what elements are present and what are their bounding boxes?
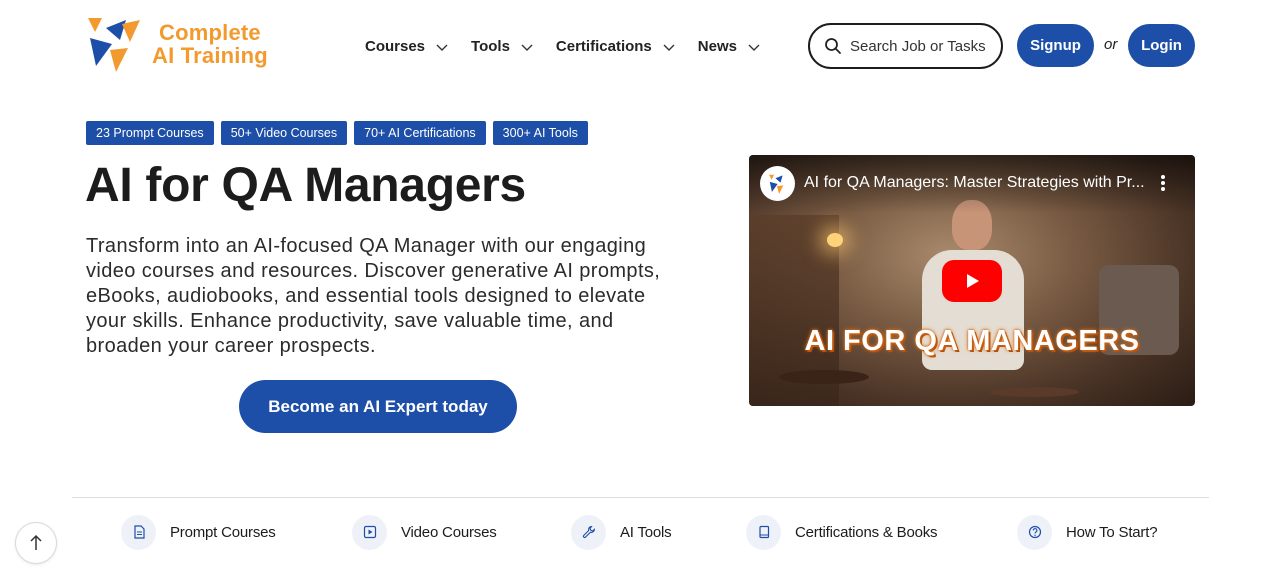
site-header: Complete AI Training Courses Tools Certi…	[0, 0, 1280, 92]
feature-video-courses[interactable]: Video Courses	[352, 514, 497, 550]
brand-logo[interactable]: Complete AI Training	[86, 15, 276, 73]
channel-logo-icon	[768, 174, 783, 194]
search-box[interactable]	[808, 23, 1003, 69]
brand-line-1: Complete	[159, 20, 261, 45]
feature-icon-wrap	[571, 514, 606, 550]
document-icon	[133, 525, 145, 539]
signup-button[interactable]: Signup	[1017, 24, 1094, 67]
arrow-up-icon	[30, 534, 42, 550]
hero-description: Transform into an AI-focused QA Manager …	[86, 235, 661, 357]
play-square-icon	[363, 525, 376, 539]
nav-courses[interactable]: Courses	[365, 34, 449, 58]
chevron-down-icon	[521, 44, 533, 51]
or-text: or	[1104, 36, 1118, 53]
search-icon	[825, 38, 841, 54]
feature-label: Certifications & Books	[795, 523, 938, 541]
brand-name: Complete AI Training	[152, 21, 268, 67]
nav-news[interactable]: News	[698, 34, 761, 58]
feature-links: Prompt Courses Video Courses AI Tools Ce…	[0, 514, 1280, 550]
search-input[interactable]	[850, 37, 1000, 55]
badge-certifications[interactable]: 70+ AI Certifications	[354, 121, 486, 145]
video-table-2	[989, 387, 1079, 397]
video-overlay-text: AI FOR QA MANAGERS	[804, 325, 1140, 357]
stat-badges: 23 Prompt Courses 50+ Video Courses 70+ …	[86, 121, 588, 145]
feature-ai-tools[interactable]: AI Tools	[571, 514, 672, 550]
chevron-down-icon	[436, 44, 448, 51]
nav-certifications[interactable]: Certifications	[556, 34, 676, 58]
page-title: AI for QA Managers	[85, 159, 526, 212]
nav-courses-label: Courses	[365, 37, 426, 55]
feature-certifications-books[interactable]: Certifications & Books	[746, 514, 938, 550]
nav-news-label: News	[697, 37, 737, 55]
cta-button[interactable]: Become an AI Expert today	[239, 380, 517, 433]
feature-prompt-courses[interactable]: Prompt Courses	[121, 514, 276, 550]
book-icon	[758, 525, 769, 539]
feature-label: AI Tools	[620, 523, 672, 541]
section-divider	[72, 497, 1209, 498]
play-button[interactable]	[942, 260, 1002, 302]
wrench-icon	[582, 525, 595, 538]
more-options-icon[interactable]	[1159, 174, 1167, 194]
nav-certifications-label: Certifications	[555, 37, 652, 55]
main-nav: Courses Tools Certifications News	[365, 34, 761, 58]
video-title[interactable]: AI for QA Managers: Master Strategies wi…	[804, 174, 1149, 192]
question-icon	[1028, 525, 1041, 539]
back-to-top-button[interactable]	[15, 522, 57, 564]
brand-line-2: AI Training	[152, 43, 268, 68]
feature-label: Video Courses	[401, 523, 497, 541]
badge-ai-tools[interactable]: 300+ AI Tools	[492, 121, 588, 145]
logo-mark-icon	[88, 18, 140, 72]
feature-label: How To Start?	[1066, 523, 1158, 541]
feature-icon-wrap	[746, 514, 781, 550]
nav-tools[interactable]: Tools	[471, 34, 534, 58]
feature-how-to-start[interactable]: How To Start?	[1017, 514, 1158, 550]
badge-prompt-courses[interactable]: 23 Prompt Courses	[86, 121, 214, 145]
feature-icon-wrap	[121, 514, 156, 550]
login-button[interactable]: Login	[1128, 24, 1195, 67]
play-icon	[967, 274, 979, 288]
video-table	[779, 370, 869, 384]
chevron-down-icon	[663, 44, 675, 51]
chevron-down-icon	[748, 44, 760, 51]
video-player[interactable]: AI for QA Managers: Master Strategies wi…	[749, 155, 1195, 406]
video-lamp	[827, 233, 843, 247]
feature-icon-wrap	[1017, 514, 1052, 550]
feature-icon-wrap	[352, 514, 387, 550]
channel-avatar[interactable]	[760, 166, 795, 201]
nav-tools-label: Tools	[471, 37, 510, 55]
feature-label: Prompt Courses	[170, 523, 276, 541]
badge-video-courses[interactable]: 50+ Video Courses	[220, 121, 348, 145]
